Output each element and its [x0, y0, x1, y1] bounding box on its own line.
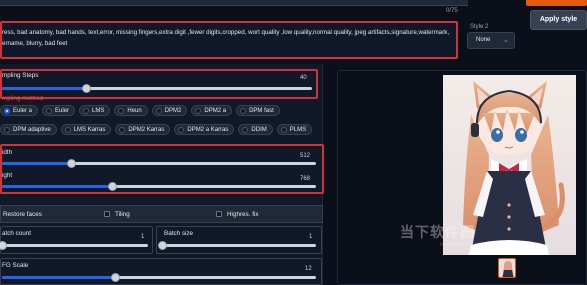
- sampling-method-row-1: Euler a Euler LMS Heun DPM2 DPM2 a DPM fast: [0, 105, 280, 116]
- width-handle[interactable]: [67, 159, 77, 168]
- sampling-steps-slider[interactable]: [2, 84, 312, 93]
- height-handle[interactable]: [107, 182, 117, 191]
- cfg-scale-slider[interactable]: [2, 273, 316, 282]
- sampling-method-option[interactable]: PLMS: [276, 124, 313, 135]
- radio-icon: [46, 107, 53, 114]
- width-fill: [2, 162, 72, 165]
- sampling-method-option[interactable]: Euler: [42, 105, 76, 116]
- sampling-method-row-2: DPM adaptive LMS Karras DPM2 Karras DPM2 a …: [0, 124, 313, 135]
- tiling-checkbox[interactable]: [104, 211, 110, 217]
- style-2-select[interactable]: None ⌄: [467, 32, 515, 49]
- sampling-method-option[interactable]: DPM2 Karras: [115, 124, 171, 135]
- highres-fix-label[interactable]: Highres. fix: [227, 211, 259, 218]
- batch-count-value[interactable]: 1: [141, 234, 144, 240]
- sampling-method-label: mpling method: [2, 95, 44, 102]
- height-value[interactable]: 768: [300, 176, 310, 182]
- height-label: ight: [2, 172, 13, 179]
- radio-icon: [83, 107, 90, 114]
- sampling-method-option[interactable]: DPM adaptive: [0, 124, 57, 135]
- batch-count-label: atch count: [2, 230, 32, 237]
- highres-fix-checkbox[interactable]: [216, 211, 222, 217]
- batch-size-slider[interactable]: [158, 241, 316, 250]
- sampling-method-label: DPM fast: [249, 107, 274, 114]
- sampling-method-option[interactable]: Euler a: [0, 105, 39, 116]
- width-slider[interactable]: [2, 159, 316, 168]
- negative-prompt-textarea[interactable]: ress, bad anatomy, bad hands, text,error…: [0, 21, 458, 59]
- gallery-thumbnail[interactable]: [498, 258, 516, 278]
- generate-button-edge[interactable]: [526, 0, 587, 6]
- radio-icon: [64, 126, 71, 133]
- cfg-scale-label: FG Scale: [2, 262, 29, 269]
- batch-size-value[interactable]: 1: [309, 234, 312, 240]
- sampling-method-label: Euler a: [13, 107, 33, 114]
- sampling-steps-fill: [2, 87, 86, 90]
- sampling-method-label: PLMS: [289, 126, 307, 133]
- batch-size-label: Batch size: [164, 230, 194, 237]
- sampling-method-label: DPM2 a Karras: [187, 126, 229, 133]
- height-fill: [2, 185, 112, 188]
- sampling-method-label: LMS: [92, 107, 105, 114]
- token-counter: 0/75: [446, 8, 458, 14]
- sampling-method-option[interactable]: DPM2: [151, 105, 188, 116]
- negative-prompt-text: ress, bad anatomy, bad hands, text,error…: [2, 29, 450, 47]
- sampling-method-label: Euler: [55, 107, 70, 114]
- sampling-method-option[interactable]: DPM2 a: [191, 105, 233, 116]
- radio-icon: [4, 126, 10, 133]
- sampling-method-option[interactable]: LMS Karras: [60, 124, 112, 135]
- chevron-down-icon: ⌄: [503, 37, 509, 44]
- sampling-method-option[interactable]: LMS: [79, 105, 111, 116]
- radio-icon: [280, 126, 287, 133]
- sampling-method-label: DPM2 a: [204, 107, 227, 114]
- restore-faces-label[interactable]: Restore faces: [3, 211, 42, 218]
- watermark-text: 当下软件园: [400, 224, 475, 240]
- radio-icon: [118, 107, 125, 114]
- cfg-scale-fill: [2, 276, 116, 279]
- tiling-label[interactable]: Tiling: [115, 211, 130, 218]
- sampling-steps-box: [0, 69, 318, 99]
- cfg-scale-box: [0, 258, 322, 285]
- radio-icon: [119, 126, 126, 133]
- watermark-url: www.downxia.com: [440, 242, 490, 248]
- batch-count-slider[interactable]: [0, 241, 148, 250]
- sampling-method-label: LMS Karras: [73, 126, 106, 133]
- height-slider[interactable]: [2, 182, 316, 191]
- thumbnail-image: [499, 259, 515, 277]
- radio-icon: [195, 107, 202, 114]
- sampling-method-label: DPM adaptive: [13, 126, 51, 133]
- sampling-method-option[interactable]: DPM2 a Karras: [174, 124, 235, 135]
- sampling-steps-value[interactable]: 40: [300, 75, 307, 81]
- cfg-scale-handle[interactable]: [111, 273, 121, 282]
- sampling-method-label: DDIM: [251, 126, 267, 133]
- sampling-method-option[interactable]: DPM fast: [236, 105, 280, 116]
- sampling-method-label: Heun: [127, 107, 142, 114]
- apply-style-button[interactable]: Apply style: [530, 10, 587, 30]
- sampling-steps-handle[interactable]: [81, 84, 91, 93]
- width-value[interactable]: 512: [300, 153, 310, 159]
- radio-icon: [4, 107, 10, 114]
- sampling-method-option[interactable]: Heun: [114, 105, 148, 116]
- options-row: [0, 205, 323, 223]
- sampling-method-option[interactable]: DDIM: [238, 124, 273, 135]
- style-2-label: Style 2: [470, 24, 489, 30]
- sampling-steps-label: mpling Steps: [2, 72, 39, 79]
- sampling-method-label: DPM2 Karras: [128, 126, 165, 133]
- prompt-textarea-bottom[interactable]: [0, 0, 468, 6]
- style-2-value: None: [476, 37, 491, 43]
- width-label: idth: [2, 149, 13, 156]
- sampling-method-label: DPM2: [164, 107, 182, 114]
- radio-icon: [178, 126, 185, 133]
- batch-size-handle[interactable]: [158, 241, 167, 250]
- cfg-scale-value[interactable]: 12: [305, 266, 312, 272]
- radio-icon: [240, 107, 247, 114]
- radio-icon: [155, 107, 162, 114]
- radio-icon: [242, 126, 249, 133]
